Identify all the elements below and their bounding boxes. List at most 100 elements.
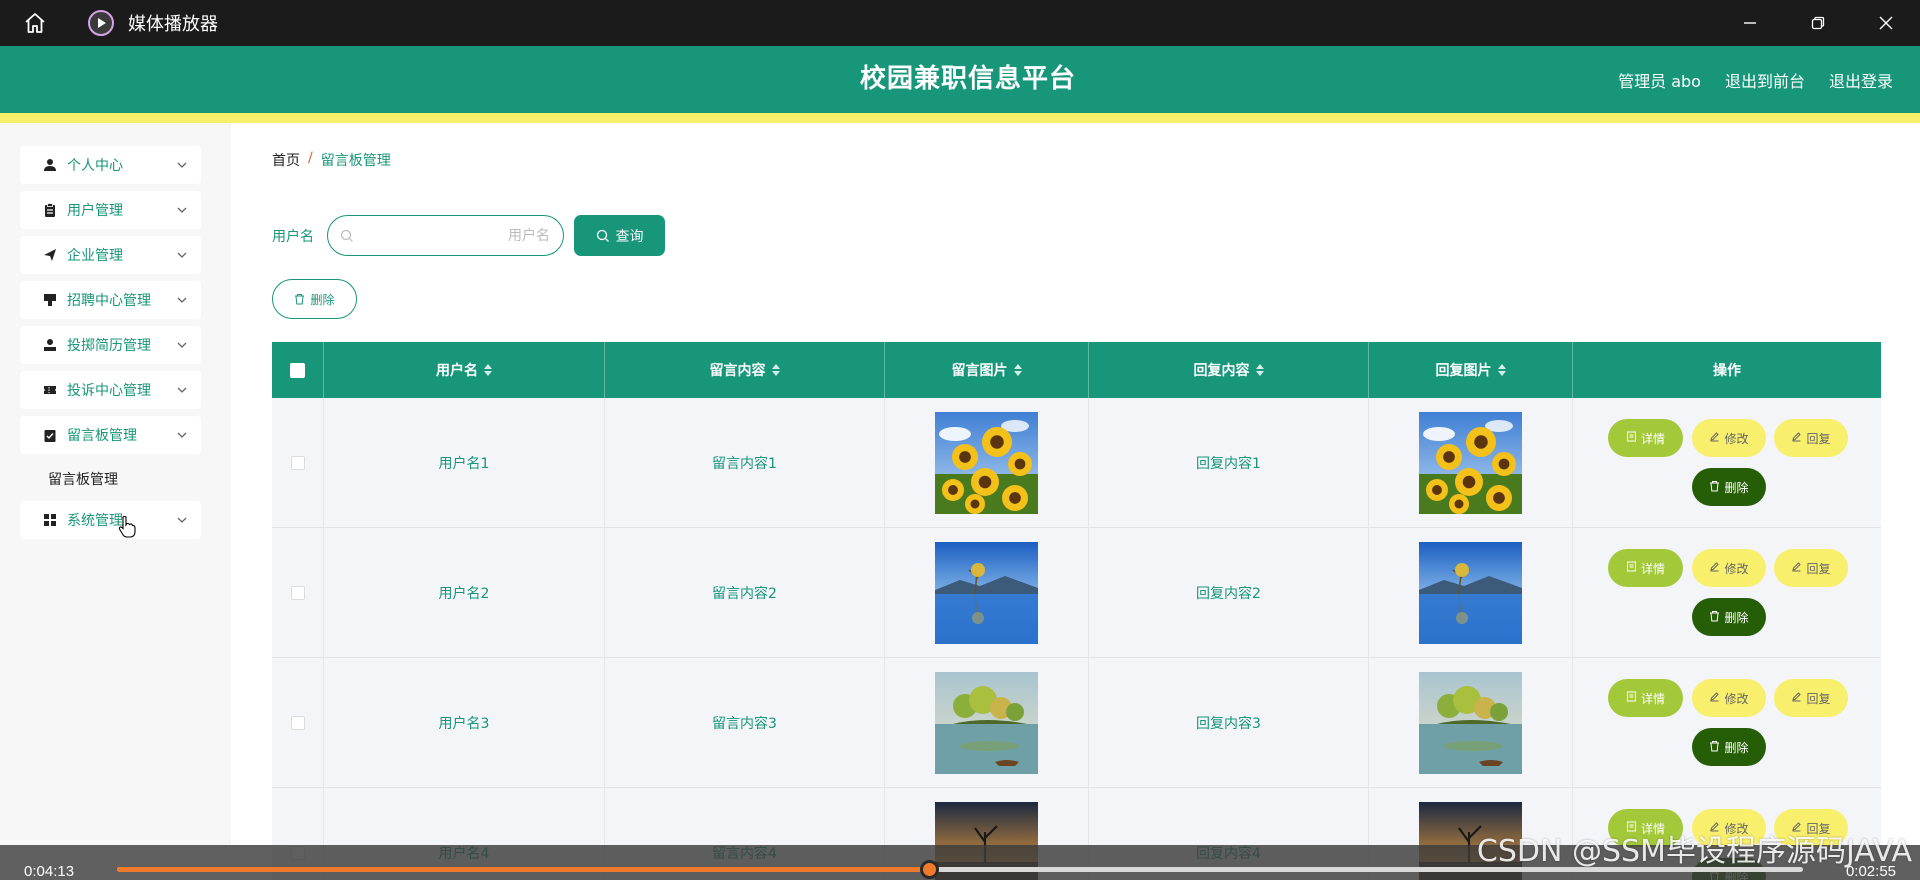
detail-button[interactable]: 详情 (1608, 419, 1683, 457)
send-icon (43, 248, 57, 262)
goto-front-link[interactable]: 退出到前台 (1725, 68, 1805, 92)
cell-reply: 回复内容3 (1196, 716, 1261, 732)
restore-icon (1811, 16, 1825, 30)
admin-label: 管理员 abo (1618, 71, 1701, 91)
restore-button[interactable] (1784, 0, 1852, 46)
row-checkbox[interactable] (290, 456, 305, 470)
query-button[interactable]: 查询 (574, 215, 665, 256)
message-image-thumbnail[interactable] (935, 412, 1038, 514)
sidebar-item-label: 留言板管理 (67, 428, 137, 444)
trash-icon (1709, 480, 1720, 495)
search-input-wrapper[interactable] (327, 215, 564, 256)
edit-button[interactable]: 修改 (1692, 549, 1766, 587)
table-row: 用户名3 留言内容3 回复内容3 详情 修改 回复 删除 (272, 658, 1881, 788)
header-content[interactable]: 留言内容 (605, 342, 885, 398)
clipboard-icon (43, 203, 57, 217)
sort-icon (484, 364, 492, 376)
reply-image-thumbnail[interactable] (1419, 672, 1522, 774)
message-image-thumbnail[interactable] (935, 542, 1038, 644)
cell-reply: 回复内容1 (1196, 456, 1261, 472)
header-select-all[interactable] (272, 342, 324, 398)
breadcrumb-home[interactable]: 首页 (272, 150, 300, 170)
edit-icon (1709, 691, 1720, 705)
person-icon (43, 158, 57, 172)
header-message-image[interactable]: 留言图片 (885, 342, 1089, 398)
elapsed-time: 0:04:13 (24, 863, 75, 880)
sidebar-item-message-board-management[interactable]: 留言板管理 (20, 416, 201, 454)
detail-icon (1626, 561, 1637, 575)
detail-button[interactable]: 详情 (1608, 549, 1683, 587)
chevron-down-icon (177, 342, 187, 348)
search-icon (340, 229, 353, 242)
edit-icon (1709, 561, 1720, 575)
reply-icon (1791, 431, 1802, 445)
seek-handle[interactable] (919, 860, 939, 879)
sort-icon (1497, 364, 1506, 376)
trash-icon (295, 294, 305, 305)
delete-button[interactable]: 删除 (1692, 598, 1766, 636)
sidebar-item-resume-management[interactable]: 投掷简历管理 (20, 326, 201, 364)
cell-reply: 回复内容2 (1196, 586, 1261, 602)
row-checkbox[interactable] (290, 586, 305, 600)
chevron-down-icon (177, 162, 187, 168)
cell-content: 留言内容3 (712, 716, 777, 732)
header-username[interactable]: 用户名 (324, 342, 605, 398)
detail-button[interactable]: 详情 (1608, 679, 1683, 717)
close-icon (1879, 16, 1893, 30)
message-image-thumbnail[interactable] (935, 672, 1038, 774)
sidebar-item-complaint-management[interactable]: 投诉中心管理 (20, 371, 201, 409)
detail-icon (1626, 691, 1637, 705)
chevron-down-icon (177, 517, 187, 523)
cell-content: 留言内容1 (712, 456, 777, 472)
reply-button[interactable]: 回复 (1774, 549, 1848, 587)
logout-link[interactable]: 退出登录 (1829, 68, 1893, 92)
sidebar-item-company-management[interactable]: 企业管理 (20, 236, 201, 274)
batch-delete-button[interactable]: 删除 (272, 279, 357, 319)
reply-button[interactable]: 回复 (1774, 419, 1848, 457)
cell-content: 留言内容2 (712, 586, 777, 602)
sidebar-item-system-management[interactable]: 系统管理 (20, 501, 201, 539)
sidebar-subitem-message-board[interactable]: 留言板管理 (48, 469, 118, 489)
close-button[interactable] (1852, 0, 1920, 46)
search-input[interactable] (370, 220, 550, 251)
header-actions: 操作 (1713, 363, 1741, 379)
trash-icon (1709, 610, 1720, 625)
seek-bar-progress (117, 867, 930, 872)
delete-button[interactable]: 删除 (1692, 468, 1766, 506)
header-reply[interactable]: 回复内容 (1089, 342, 1369, 398)
cell-username: 用户名2 (438, 586, 490, 602)
reply-button[interactable]: 回复 (1774, 679, 1848, 717)
hand-cursor-icon (118, 515, 136, 538)
delete-button[interactable]: 删除 (1692, 728, 1766, 766)
select-all-checkbox[interactable] (290, 362, 305, 378)
sidebar-item-label: 企业管理 (67, 248, 123, 264)
sidebar-item-user-management[interactable]: 用户管理 (20, 191, 201, 229)
breadcrumb: 首页 / 留言板管理 (272, 150, 391, 170)
reply-image-thumbnail[interactable] (1419, 542, 1522, 644)
row-checkbox[interactable] (290, 716, 305, 730)
search-icon (596, 229, 609, 242)
chevron-down-icon (177, 207, 187, 213)
minimize-button[interactable] (1716, 0, 1784, 46)
batch-delete-label: 删除 (310, 292, 335, 307)
edit-button[interactable]: 修改 (1692, 419, 1766, 457)
breadcrumb-current: 留言板管理 (320, 153, 391, 169)
edit-button[interactable]: 修改 (1692, 679, 1766, 717)
home-icon (25, 13, 45, 33)
chevron-down-icon (177, 297, 187, 303)
sidebar-item-label: 系统管理 (67, 513, 123, 529)
sidebar-item-home-partial[interactable] (20, 123, 201, 133)
reply-image-thumbnail[interactable] (1419, 412, 1522, 514)
watermark-text: CSDN @SSM毕设程序源码JAVA (1476, 834, 1912, 869)
user-badge-icon (43, 338, 57, 352)
media-player-app-icon (88, 10, 114, 36)
query-button-label: 查询 (615, 228, 644, 245)
home-button[interactable] (0, 0, 70, 46)
sidebar-item-label: 招聘中心管理 (67, 293, 151, 309)
minimize-icon (1744, 22, 1756, 24)
trash-icon (1709, 740, 1720, 755)
chevron-down-icon (177, 432, 187, 438)
header-reply-image[interactable]: 回复图片 (1369, 342, 1573, 398)
sidebar-item-recruitment-management[interactable]: 招聘中心管理 (20, 281, 201, 319)
sidebar-item-personal-center[interactable]: 个人中心 (20, 146, 201, 184)
